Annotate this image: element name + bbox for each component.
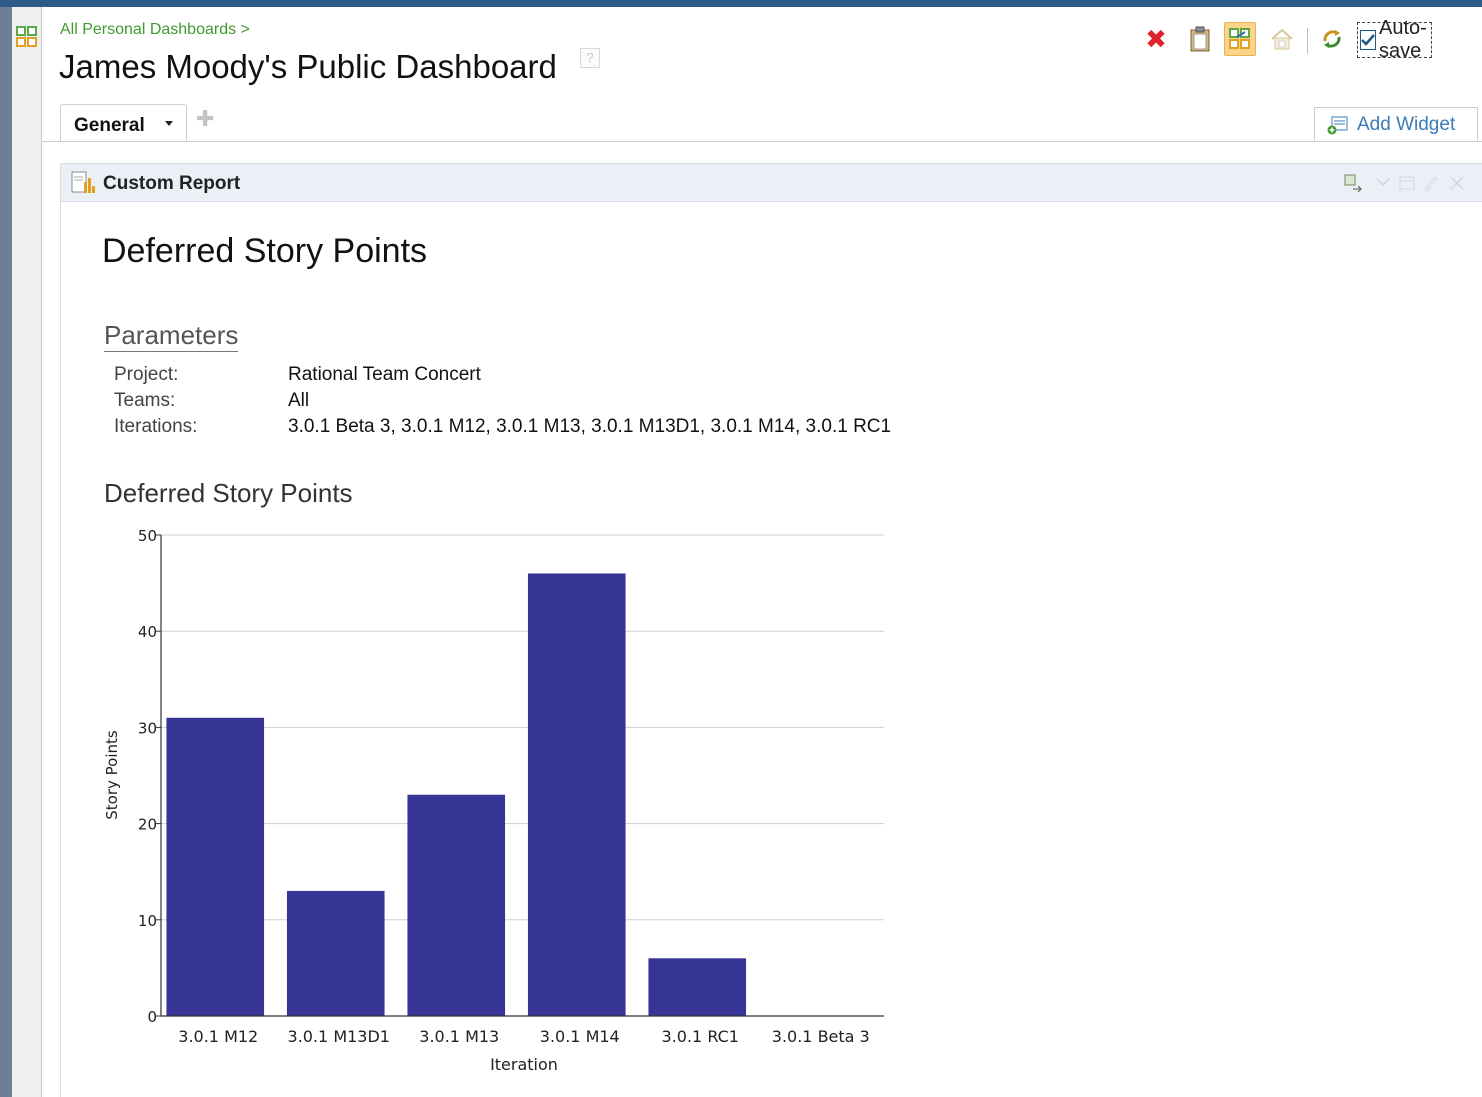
widget-menu-chevron-down-icon[interactable] xyxy=(1373,173,1393,193)
add-widget-label: Add Widget xyxy=(1357,113,1456,135)
x-tick-label: 3.0.1 M14 xyxy=(540,1027,620,1046)
y-tick-label: 30 xyxy=(138,719,157,737)
x-axis-label: Iteration xyxy=(490,1055,558,1074)
autosave-label: Auto-save xyxy=(1379,17,1427,62)
bar xyxy=(527,573,626,1016)
y-tick-label: 10 xyxy=(138,912,157,930)
toolbar-separator xyxy=(1307,28,1308,54)
bar xyxy=(166,717,265,1016)
y-tick-label: 0 xyxy=(147,1008,157,1026)
export-icon[interactable] xyxy=(1343,173,1363,193)
close-icon[interactable]: ✖ xyxy=(1140,22,1172,56)
home-dashboard-icon[interactable] xyxy=(1266,22,1298,56)
autosave-checkbox[interactable] xyxy=(1360,30,1376,50)
bar xyxy=(286,890,385,1016)
close-widget-icon[interactable] xyxy=(1447,173,1467,193)
autosave-toggle[interactable]: Auto-save xyxy=(1357,17,1432,62)
refresh-icon[interactable] xyxy=(1316,22,1348,56)
add-widget-button[interactable]: Add Widget xyxy=(1314,107,1478,141)
x-tick-label: 3.0.1 Beta 3 xyxy=(772,1027,870,1046)
add-widget-icon xyxy=(1327,116,1348,134)
share-dashboard-icon[interactable] xyxy=(1224,22,1256,56)
x-tick-label: 3.0.1 M13D1 xyxy=(288,1027,390,1046)
bar xyxy=(407,794,506,1016)
x-tick-label: 3.0.1 M13 xyxy=(419,1027,499,1046)
y-tick-label: 40 xyxy=(138,623,157,641)
x-tick-label: 3.0.1 M12 xyxy=(178,1027,258,1046)
bar xyxy=(648,958,747,1016)
clipboard-icon[interactable] xyxy=(1184,22,1216,56)
y-axis-label: Story Points xyxy=(103,730,121,820)
edit-pencil-icon[interactable] xyxy=(1421,173,1441,193)
deferred-story-points-chart: 0 10 20 30 40 50 3.0.1 M12 3.0.1 M13D1 3.0.1 M13… xyxy=(103,527,884,1074)
y-tick-label: 20 xyxy=(138,816,157,834)
x-tick-label: 3.0.1 RC1 xyxy=(662,1027,739,1046)
minimize-icon[interactable] xyxy=(1397,173,1417,193)
y-tick-label: 50 xyxy=(138,527,157,545)
